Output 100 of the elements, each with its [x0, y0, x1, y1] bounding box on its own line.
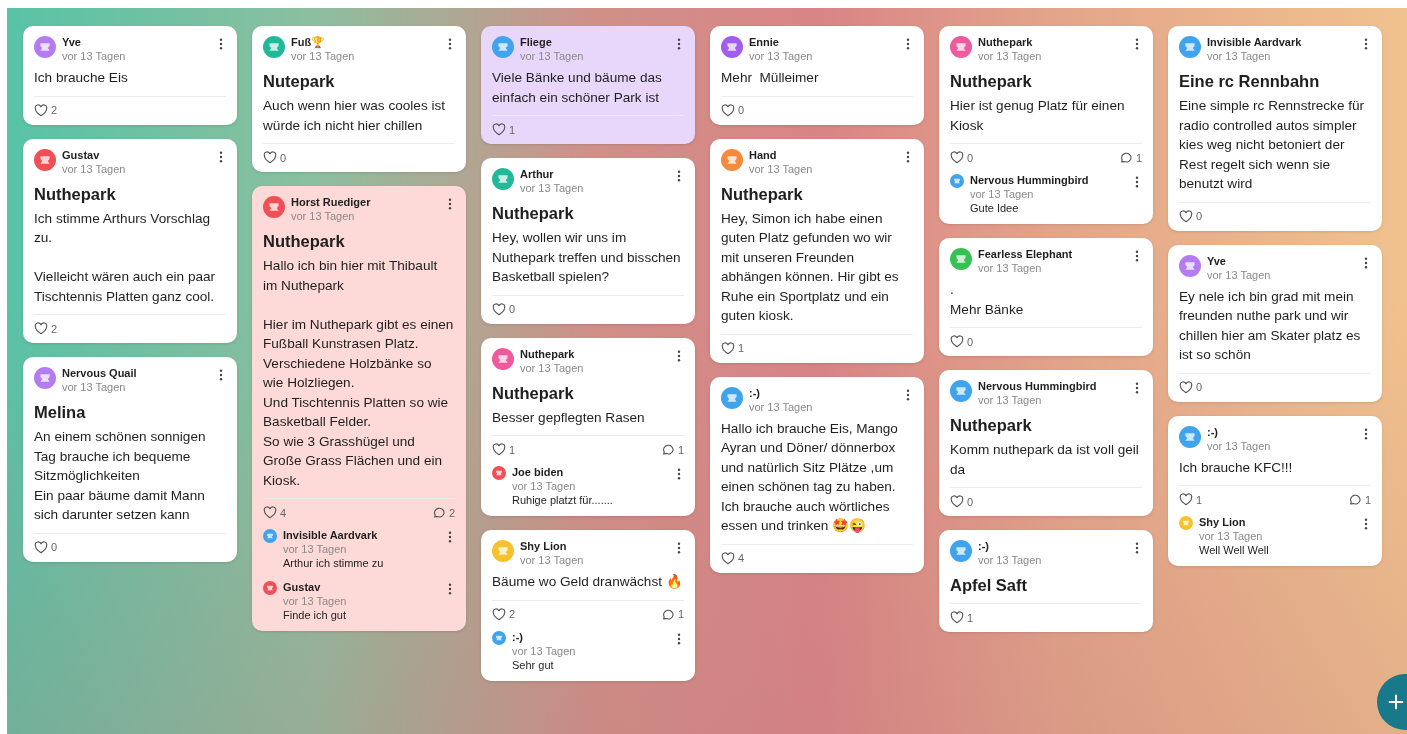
- post-card[interactable]: Ennie vor 13 Tagen Mehr Mülleimer 0: [710, 26, 924, 125]
- more-icon[interactable]: [1364, 38, 1368, 50]
- more-icon[interactable]: [677, 170, 681, 182]
- comment-button[interactable]: 2: [431, 506, 455, 519]
- author-name: :-): [749, 385, 761, 400]
- more-icon[interactable]: [1364, 427, 1368, 440]
- post-card[interactable]: Hand vor 13 Tagen Nuthepark Hey, Simon ich habe einen guten Platz gefunden wo wir mit unseren Freunden abhängen können. Hir gibt es Ruhe ein Sportplatz und ein guten kiosk. 1: [710, 138, 924, 363]
- post-card[interactable]: [252, 186, 466, 631]
- like-count: 1: [509, 123, 516, 136]
- more-icon[interactable]: [219, 38, 223, 50]
- author-name: Arthur: [520, 167, 555, 181]
- post-card[interactable]: Arthur vor 13 Tagen Nuthepark Hey, wollen wir uns im Nuthepark treffen und bisschen Basketball spielen? 0: [481, 158, 695, 324]
- post-card[interactable]: Gustav vor 13 Tagen Nuthepark Ich stimme Arthurs Vorschlag zu. Vielleicht wären auch ein paar Tischtennis Platten ganz cool. 2: [23, 138, 237, 343]
- like-button[interactable]: 1: [492, 443, 516, 456]
- more-icon[interactable]: [1135, 542, 1139, 554]
- heart-icon: [721, 551, 735, 565]
- like-button[interactable]: 0: [950, 495, 974, 508]
- more-icon[interactable]: [1364, 518, 1368, 530]
- post-card[interactable]: Nuthepark vor 13 Tagen Nuthepark Hier ist genug Platz für einen Kiosk 0 1 Nervous Hummingbird vor 13 Tagen Gute Idee: [939, 26, 1153, 224]
- more-icon[interactable]: [677, 468, 681, 480]
- like-button[interactable]: 1: [950, 611, 974, 624]
- like-button[interactable]: 0: [1179, 380, 1203, 394]
- more-icon[interactable]: [219, 369, 223, 381]
- heart-icon: [492, 607, 506, 621]
- author-name: Fearless Elephant: [978, 247, 1074, 261]
- post-card[interactable]: Yve vor 13 Tagen Ich brauche Eis 2: [23, 26, 237, 125]
- more-icon[interactable]: [677, 542, 681, 554]
- like-button[interactable]: 2: [492, 607, 516, 621]
- post-card[interactable]: Yve vor 13 Tagen Ey nele ich bin grad mit mein freunden nuthe park und wir chillen hier am Skater platz es ist so schön 0: [1168, 244, 1382, 402]
- comment-text: Finde ich gut: [283, 608, 347, 623]
- like-button[interactable]: 2: [34, 103, 58, 117]
- comment-button[interactable]: 1: [660, 607, 684, 621]
- post-card[interactable]: Nervous Quail vor 13 Tagen Melina An einem schönen sonnigen Tag brauche ich bequeme Sitzmöglichkeiten Ein paar bäume damit Mann sich darunter setzen kann 0: [23, 357, 237, 562]
- heart-icon: [950, 335, 964, 348]
- like-count: 2: [51, 104, 58, 116]
- more-icon[interactable]: [906, 388, 910, 401]
- like-button[interactable]: 0: [950, 335, 974, 348]
- author-name: Yve: [1207, 253, 1227, 268]
- more-icon[interactable]: [1135, 382, 1139, 394]
- post-card[interactable]: Nervous Hummingbird vor 13 Tagen Nuthepark Komm nuthepark da ist voll geil da 0: [939, 370, 1153, 516]
- more-icon[interactable]: [448, 38, 452, 50]
- comment-time: vor 13 Tagen: [512, 479, 577, 493]
- comment-button[interactable]: 1: [1118, 151, 1142, 164]
- more-icon[interactable]: [1364, 256, 1368, 269]
- post-time: vor 13 Tagen: [520, 181, 585, 195]
- more-icon[interactable]: [448, 583, 452, 595]
- more-icon[interactable]: [448, 198, 452, 210]
- like-button[interactable]: 1: [721, 341, 745, 355]
- comment-button[interactable]: 1: [660, 443, 684, 456]
- more-icon[interactable]: [906, 150, 910, 163]
- like-button[interactable]: 0: [1179, 209, 1203, 223]
- more-icon[interactable]: [677, 349, 681, 362]
- post-card[interactable]: :-) vor 13 Tagen Apfel Saft 1: [939, 530, 1153, 632]
- more-icon[interactable]: [677, 38, 681, 50]
- comment-count: 1: [1135, 151, 1142, 164]
- like-button[interactable]: 4: [721, 551, 745, 565]
- post-title: Eine rc Rennbahn: [1179, 71, 1321, 91]
- more-icon[interactable]: [219, 150, 223, 163]
- more-icon[interactable]: [906, 38, 910, 50]
- post-title: Nuthepark: [950, 71, 1033, 91]
- like-button[interactable]: 1: [1179, 493, 1203, 506]
- post-card[interactable]: :-) vor 13 Tagen Hallo ich brauche Eis, Mango Ayran und Döner/ dönnerbox und natürlich Sitz Plätze ,um einen schönen tag zu haben. Ich brauche auch wörtliches essen und trinken 🤩😜 4: [710, 376, 924, 573]
- post-time: vor 13 Tagen: [62, 49, 127, 63]
- like-button[interactable]: 2: [34, 322, 58, 335]
- post-text: Eine simple rc Rennstrecke für radio controlled autos simpler kies weg nicht betoniert der Rest regelt sich wenn sie benutzt wird: [1179, 97, 1366, 193]
- comment-button[interactable]: 1: [1347, 493, 1371, 506]
- post-card[interactable]: Nuthepark vor 13 Tagen Nuthepark Besser gepflegten Rasen 1 1 Joe biden vor 13 Tagen Ruhige platzt für.......: [481, 337, 695, 516]
- like-count: 1: [738, 342, 745, 354]
- author-name: Gustav: [62, 147, 101, 162]
- like-button[interactable]: 0: [34, 540, 58, 554]
- author-name: Shy Lion: [520, 539, 568, 553]
- like-button[interactable]: 0: [721, 103, 745, 117]
- author-name: Nuthepark: [520, 346, 576, 361]
- post-text: Besser gepflegten Rasen: [492, 408, 646, 427]
- post-card[interactable]: Fliege vor 13 Tagen Viele Bänke und bäume das einfach ein schöner Park ist 1: [481, 26, 695, 144]
- like-button[interactable]: 0: [263, 151, 287, 164]
- author-name: :-): [1207, 424, 1219, 439]
- post-card[interactable]: Fearless Elephant vor 13 Tagen . Mehr Bänke 0: [939, 238, 1153, 356]
- more-icon[interactable]: [1135, 250, 1139, 262]
- more-icon[interactable]: [1135, 176, 1139, 188]
- more-icon[interactable]: [448, 531, 452, 543]
- post-title: Nuthepark: [263, 231, 346, 251]
- comment-text: Gute Idee: [970, 201, 1020, 216]
- like-button[interactable]: 0: [950, 151, 974, 164]
- like-button[interactable]: 4: [263, 506, 287, 519]
- post-title: Apfel Saft: [950, 575, 1028, 595]
- like-button[interactable]: 1: [492, 123, 516, 136]
- heart-icon: [492, 443, 506, 456]
- like-button[interactable]: 0: [492, 302, 516, 316]
- like-count: 0: [1196, 210, 1203, 222]
- like-count: 4: [280, 506, 287, 519]
- post-card[interactable]: Shy Lion vor 13 Tagen Bäume wo Geld dranwächst 🔥 2 1 :-) vor 13 Tagen Sehr gut: [481, 530, 695, 681]
- post-time: vor 13 Tagen: [291, 209, 356, 223]
- post-card[interactable]: :-) vor 13 Tagen Ich brauche KFC!!! 1 1 Shy Lion vor 13 Tagen Well Well Well: [1168, 415, 1382, 566]
- more-icon[interactable]: [1135, 38, 1139, 50]
- post-time: vor 13 Tagen: [62, 380, 127, 394]
- like-count: 1: [967, 611, 974, 624]
- post-card[interactable]: Invisible Aardvark vor 13 Tagen Eine rc Rennbahn Eine simple rc Rennstrecke für radio controlled autos simpler kies weg nicht betoniert der Rest regelt sich wenn sie benutzt wird 0: [1168, 26, 1382, 231]
- more-icon[interactable]: [677, 632, 681, 645]
- post-card[interactable]: Fuß🏆 vor 13 Tagen Nutepark Auch wenn hier was cooles ist würde ich nicht hier chillen 0: [252, 26, 466, 172]
